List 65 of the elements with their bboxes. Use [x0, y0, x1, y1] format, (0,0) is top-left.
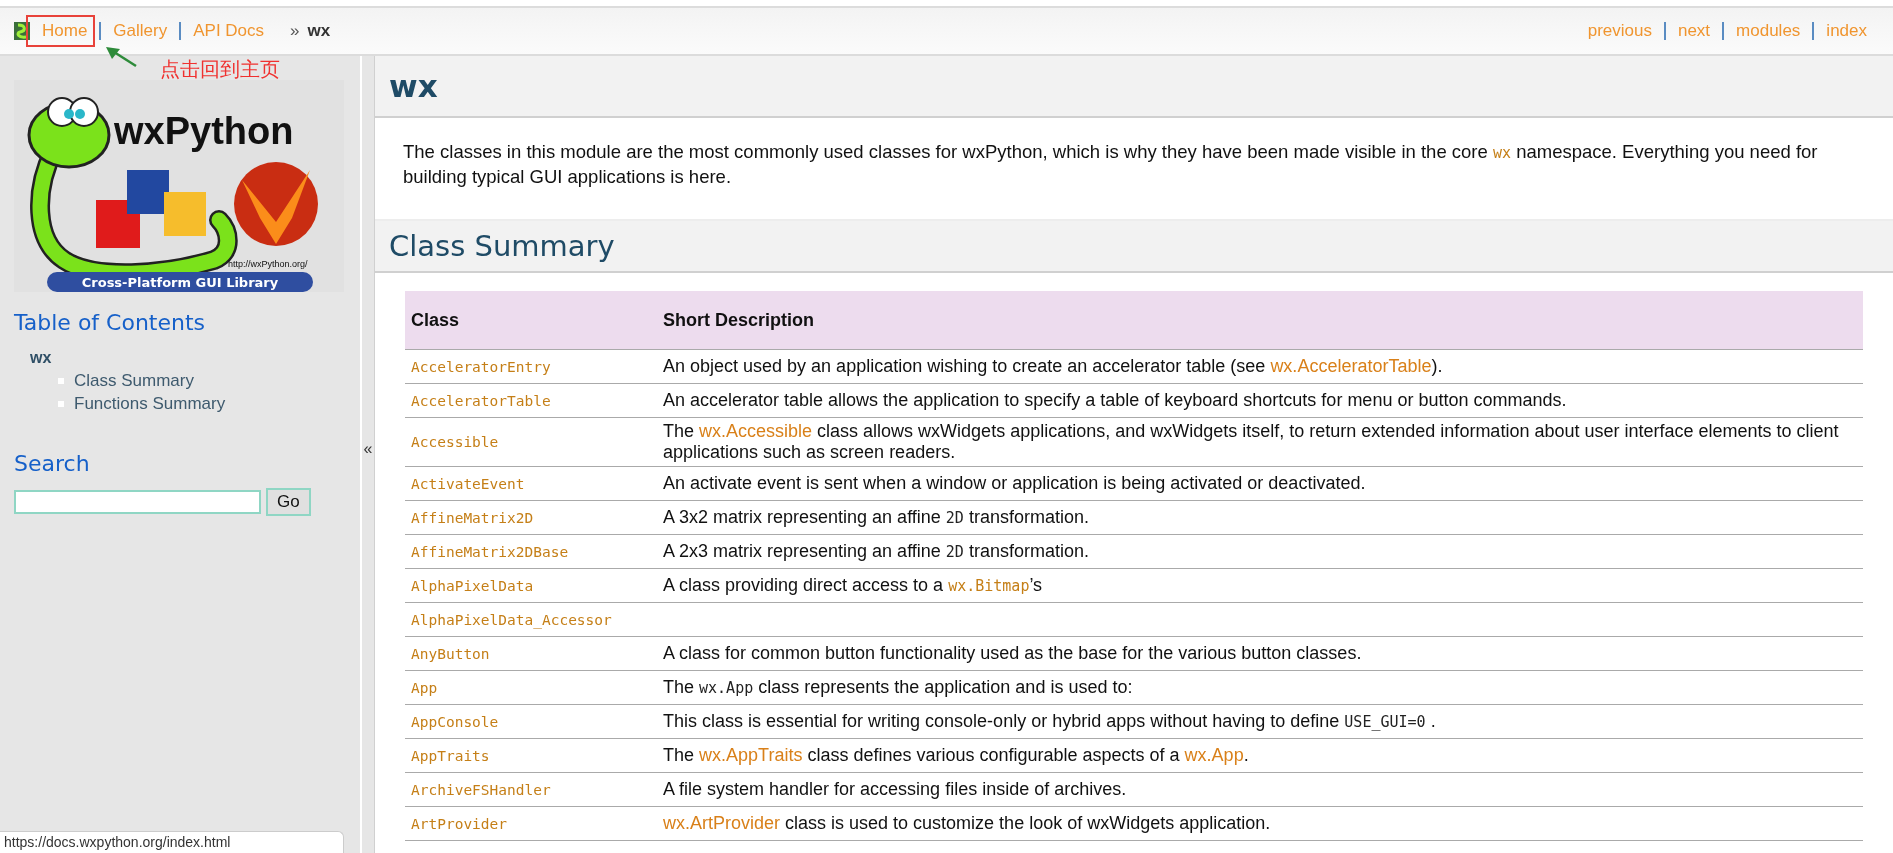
class-description: An object used by an application wishing to create an accelerator table (see wx.AcceleratorTable). — [663, 356, 1443, 376]
breadcrumb-link[interactable]: Gallery — [99, 22, 180, 40]
class-link[interactable]: App — [411, 679, 438, 696]
class-link[interactable]: AlphaPixelData — [411, 577, 534, 594]
class-description: A 2x3 matrix representing an affine 2D transformation. — [663, 540, 1089, 561]
class-description: A 3x2 matrix representing an affine 2D transformation. — [663, 506, 1089, 527]
logo-url: http://wxPython.org/ — [228, 259, 308, 269]
class-link[interactable]: AffineMatrix2D — [411, 509, 534, 526]
class-link[interactable]: AnyButton — [411, 645, 490, 662]
class-description: A class providing direct access to a wx.Bitmap’s — [663, 574, 1043, 595]
class-description: The wx.Accessible class allows wxWidgets applications, and wxWidgets itself, to return extended information about user interface elements to client applications such as screen readers. — [663, 421, 1839, 462]
link[interactable]: wx.AcceleratorTable — [1270, 356, 1432, 376]
class-description: This class is essential for writing console-only or hybrid apps without having to define USE_GUI=0 . — [663, 710, 1436, 731]
class-description: The wx.App class represents the application and is used to: — [663, 676, 1133, 697]
page-title: wx — [375, 56, 1893, 118]
class-description: An activate event is sent when a window or application is being activated or deactivated. — [663, 473, 1366, 493]
annotation-arrow — [104, 46, 138, 68]
code-link[interactable]: wx — [1492, 144, 1512, 162]
toc-link[interactable]: Functions Summary — [74, 393, 226, 414]
class-link[interactable]: AcceleratorTable — [411, 392, 551, 409]
class-link[interactable]: AppTraits — [411, 747, 490, 764]
bullet-icon — [58, 377, 64, 384]
class-description: wx.ArtProvider class is used to customize the look of wxWidgets application. — [663, 813, 1271, 833]
nav-link[interactable]: next — [1663, 22, 1723, 40]
class-description: A file system handler for accessing files inside of archives. — [663, 779, 1127, 799]
annotation-text: 点击回到主页 — [160, 56, 280, 83]
column-header: Short Description — [657, 291, 1863, 350]
collapse-button[interactable]: « — [363, 439, 373, 458]
class-link[interactable]: ActivateEvent — [411, 475, 525, 492]
toc-link[interactable]: Class Summary — [74, 370, 194, 391]
class-link[interactable]: AppConsole — [411, 713, 499, 730]
class-link[interactable]: AffineMatrix2DBase — [411, 543, 569, 560]
class-link[interactable]: AcceleratorEntry — [411, 358, 551, 375]
status-bar-url: https://docs.wxpython.org/index.html — [0, 831, 344, 853]
search-field[interactable] — [14, 490, 261, 514]
link[interactable]: wx.Accessible — [699, 421, 813, 441]
link[interactable]: wx.AppTraits — [699, 745, 803, 765]
section-title: Class Summary — [375, 219, 1893, 273]
class-link[interactable]: Accessible — [411, 434, 499, 450]
class-link[interactable]: ArtProvider — [411, 815, 508, 832]
nav-link[interactable]: previous — [1575, 22, 1664, 40]
logo-banner: Cross-Platform GUI Library — [47, 272, 313, 292]
highlight-frame — [26, 15, 96, 47]
logo-title: wxPython — [114, 110, 294, 152]
class-link[interactable]: ArchiveFSHandler — [411, 781, 551, 798]
toc-title: Table of Contents — [14, 310, 207, 335]
breadcrumb-link[interactable]: API Docs — [179, 22, 277, 40]
class-link[interactable]: AlphaPixelData_Accessor — [411, 611, 612, 628]
bullet-icon — [58, 400, 64, 407]
link[interactable]: wx.App — [1184, 745, 1244, 765]
column-header: Class — [405, 291, 657, 350]
go-button[interactable]: Go — [266, 488, 311, 516]
breadcrumb-separator: » — [290, 21, 300, 41]
home-link[interactable]: Home — [30, 22, 100, 40]
link[interactable]: wx.ArtProvider — [663, 813, 781, 833]
toc-link[interactable]: wx — [30, 349, 346, 367]
class-description: The wx.AppTraits class defines various configurable aspects of a wx.App. — [663, 745, 1249, 765]
class-description: A class for common button functionality used as the base for the various button classes. — [663, 643, 1362, 663]
nav-link[interactable]: modules — [1722, 22, 1813, 40]
nav-link[interactable]: index — [1812, 22, 1879, 40]
intro-text: The classes in this module are the most commonly used classes for wxPython, which is why they have been made visible in the core wx namespace. Everything you need for building typical GUI applications is here. — [403, 141, 1818, 187]
code-link[interactable]: wx.Bitmap — [948, 576, 1030, 595]
breadcrumb-current: wx — [307, 21, 331, 41]
search-title: Search — [14, 451, 91, 476]
class-description: An accelerator table allows the application to specify a table of keyboard shortcuts for menu or button commands. — [663, 390, 1567, 410]
